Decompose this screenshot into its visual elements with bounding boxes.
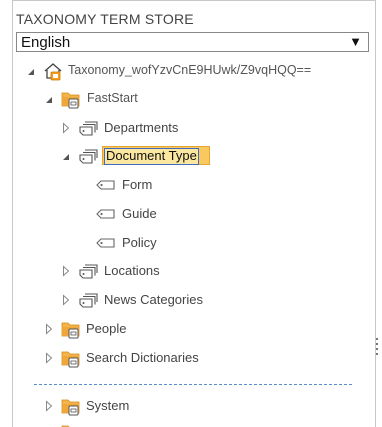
tree-node-label[interactable]: Policy xyxy=(122,235,157,250)
rename-edit-box[interactable]: Document Type xyxy=(102,146,210,165)
tree-node-form[interactable]: Form xyxy=(95,174,295,196)
panel-frame-top xyxy=(12,0,376,1)
tree-node-locations[interactable]: Locations xyxy=(59,260,339,282)
collapsed-triangle-icon[interactable] xyxy=(61,289,71,311)
collapsed-triangle-icon[interactable] xyxy=(61,117,71,139)
tree-node-root[interactable]: Taxonomy_wofYzvCnE9HUwk/Z9vqHQQ== xyxy=(24,60,354,82)
collapsed-triangle-icon[interactable] xyxy=(44,318,54,340)
tree-node-label[interactable]: Taxonomy_wofYzvCnE9HUwk/Z9vqHQQ== xyxy=(68,63,311,77)
tree-node-label[interactable]: Departments xyxy=(104,120,178,135)
term-set-icon xyxy=(78,260,100,282)
tree-node-label[interactable]: Form xyxy=(122,177,152,192)
tree-node-news-categories[interactable]: News Categories xyxy=(59,289,339,311)
tree-node-faststart[interactable]: FastStart xyxy=(42,88,342,110)
taxonomy-root-icon xyxy=(43,60,65,82)
language-select[interactable]: English ▼ xyxy=(16,32,369,52)
collapsed-triangle-icon[interactable] xyxy=(44,347,54,369)
folder-group-icon xyxy=(60,318,82,340)
tree-node-search-dictionaries[interactable]: Search Dictionaries xyxy=(42,347,342,369)
tree-node-label[interactable]: Locations xyxy=(104,263,160,278)
folder-group-icon xyxy=(60,347,82,369)
panel-title: TAXONOMY TERM STORE xyxy=(16,11,194,27)
folder-group-icon xyxy=(60,395,82,417)
tree-node-system[interactable]: System xyxy=(42,395,342,417)
term-tag-icon xyxy=(95,232,117,254)
panel-frame-left xyxy=(12,0,13,427)
tree-node-label[interactable]: FastStart xyxy=(87,91,138,105)
rename-input-text[interactable]: Document Type xyxy=(104,148,199,165)
term-tag-icon xyxy=(95,174,117,196)
tree-node-label[interactable]: System xyxy=(86,398,129,413)
language-select-value: English xyxy=(21,34,71,51)
dropdown-arrow-icon[interactable]: ▼ xyxy=(349,34,362,49)
panel-frame-right xyxy=(375,0,376,427)
term-set-icon xyxy=(78,145,100,167)
tree-node-label[interactable]: People xyxy=(86,321,126,336)
tree-node-label[interactable]: Search Dictionaries xyxy=(86,350,199,365)
tree-node-label[interactable]: Guide xyxy=(122,206,157,221)
tree-node-document-type[interactable]: Document Type xyxy=(59,145,339,167)
tree-node-departments[interactable]: Departments xyxy=(59,117,339,139)
term-set-icon xyxy=(78,117,100,139)
expanded-triangle-icon[interactable] xyxy=(61,145,71,167)
collapsed-triangle-icon[interactable] xyxy=(44,395,54,417)
tree-node-label[interactable]: News Categories xyxy=(104,292,203,307)
term-set-icon xyxy=(78,289,100,311)
folder-group-icon xyxy=(60,421,82,427)
folder-group-icon xyxy=(60,88,82,110)
section-divider xyxy=(34,384,352,385)
tree-node-people[interactable]: People xyxy=(42,318,342,340)
resize-grip-handle[interactable] xyxy=(376,338,379,358)
tree-node-partial xyxy=(60,421,90,427)
tree-node-guide[interactable]: Guide xyxy=(95,203,295,225)
collapsed-triangle-icon[interactable] xyxy=(61,260,71,282)
tree-node-policy[interactable]: Policy xyxy=(95,232,295,254)
expanded-triangle-icon[interactable] xyxy=(26,60,36,82)
term-tag-icon xyxy=(95,203,117,225)
expanded-triangle-icon[interactable] xyxy=(44,88,54,110)
